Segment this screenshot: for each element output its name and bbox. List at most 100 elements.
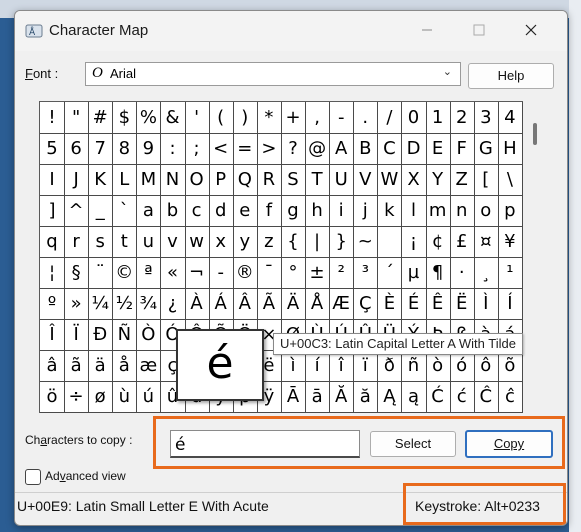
character-cell[interactable]: R bbox=[256, 164, 282, 196]
character-cell[interactable]: Ê bbox=[425, 288, 451, 320]
character-cell[interactable]: p bbox=[497, 195, 523, 227]
character-cell[interactable]: 5 bbox=[40, 133, 65, 165]
character-cell[interactable]: Z bbox=[449, 164, 475, 196]
character-cell[interactable]: 9 bbox=[136, 133, 162, 165]
character-cell[interactable]: ½ bbox=[112, 288, 138, 320]
character-cell[interactable]: D bbox=[401, 133, 427, 165]
character-cell[interactable]: 8 bbox=[112, 133, 138, 165]
character-cell[interactable]: t bbox=[112, 226, 138, 258]
character-cell[interactable]: Ð bbox=[88, 319, 114, 351]
character-cell[interactable]: ( bbox=[208, 102, 234, 134]
character-cell[interactable]: £ bbox=[449, 226, 475, 258]
character-cell[interactable]: j bbox=[353, 195, 379, 227]
character-cell[interactable]: Î bbox=[40, 319, 65, 351]
character-cell[interactable]: - bbox=[329, 102, 355, 134]
character-cell[interactable]: f bbox=[256, 195, 282, 227]
character-cell[interactable]: o bbox=[473, 195, 499, 227]
character-cell[interactable]: Ā bbox=[281, 381, 306, 413]
character-cell[interactable]: c bbox=[184, 195, 210, 227]
character-cell[interactable]: V bbox=[353, 164, 379, 196]
character-cell[interactable]: W bbox=[377, 164, 403, 196]
character-cell[interactable]: u bbox=[136, 226, 162, 258]
character-cell[interactable]: < bbox=[208, 133, 234, 165]
character-cell[interactable]: * bbox=[256, 102, 282, 134]
character-cell[interactable]: - bbox=[208, 257, 234, 289]
character-cell[interactable]: Ć bbox=[425, 381, 451, 413]
character-cell[interactable]: U bbox=[329, 164, 355, 196]
character-cell[interactable]: ; bbox=[184, 133, 210, 165]
character-cell[interactable]: ù bbox=[112, 381, 138, 413]
character-cell[interactable]: ® bbox=[232, 257, 258, 289]
character-cell[interactable]: , bbox=[305, 102, 331, 134]
character-cell[interactable]: 0 bbox=[401, 102, 427, 134]
character-cell[interactable]: [ bbox=[473, 164, 499, 196]
character-cell[interactable]: ú bbox=[136, 381, 162, 413]
character-cell[interactable]: & bbox=[160, 102, 186, 134]
character-cell[interactable]: # bbox=[88, 102, 114, 134]
character-cell[interactable]: L bbox=[112, 164, 138, 196]
character-cell[interactable]: = bbox=[232, 133, 258, 165]
character-cell[interactable]: ą bbox=[401, 381, 427, 413]
character-cell[interactable]: n bbox=[449, 195, 475, 227]
character-cell[interactable]: 1 bbox=[425, 102, 451, 134]
character-cell[interactable]: s bbox=[88, 226, 114, 258]
character-cell[interactable]: ¤ bbox=[473, 226, 499, 258]
character-cell[interactable]: ³ bbox=[353, 257, 379, 289]
character-cell[interactable]: % bbox=[136, 102, 162, 134]
character-cell[interactable]: / bbox=[377, 102, 403, 134]
character-cell[interactable]: ö bbox=[40, 381, 65, 413]
character-cell[interactable]: § bbox=[64, 257, 90, 289]
character-cell[interactable]: x bbox=[208, 226, 234, 258]
character-cell[interactable]: T bbox=[305, 164, 331, 196]
character-cell[interactable]: ª bbox=[136, 257, 162, 289]
character-cell[interactable]: S bbox=[281, 164, 306, 196]
character-cell[interactable]: i bbox=[329, 195, 355, 227]
character-cell[interactable]: ° bbox=[281, 257, 306, 289]
character-cell[interactable]: E bbox=[425, 133, 451, 165]
character-cell[interactable]: : bbox=[160, 133, 186, 165]
character-cell[interactable]: ± bbox=[305, 257, 331, 289]
character-cell[interactable]: ¹ bbox=[497, 257, 523, 289]
character-cell[interactable]: v bbox=[160, 226, 186, 258]
character-cell[interactable]: 4 bbox=[497, 102, 523, 134]
close-button[interactable] bbox=[513, 19, 549, 43]
character-cell[interactable]: l bbox=[401, 195, 427, 227]
character-cell[interactable]: ¶ bbox=[425, 257, 451, 289]
character-cell[interactable]: z bbox=[256, 226, 282, 258]
character-cell[interactable]: ĉ bbox=[497, 381, 523, 413]
character-cell[interactable]: â bbox=[40, 350, 65, 382]
character-cell[interactable]: X bbox=[401, 164, 427, 196]
character-cell[interactable]: N bbox=[160, 164, 186, 196]
character-cell[interactable]: É bbox=[401, 288, 427, 320]
character-cell[interactable]: Y bbox=[425, 164, 451, 196]
character-cell[interactable]: d bbox=[208, 195, 234, 227]
character-cell[interactable]: ! bbox=[40, 102, 65, 134]
character-cell[interactable]: ¢ bbox=[425, 226, 451, 258]
character-cell[interactable]: ā bbox=[305, 381, 331, 413]
character-cell[interactable]: ¥ bbox=[497, 226, 523, 258]
character-cell[interactable]: B bbox=[353, 133, 379, 165]
character-cell[interactable]: y bbox=[232, 226, 258, 258]
font-dropdown[interactable]: O Arial ⌄ bbox=[85, 62, 461, 86]
character-cell[interactable]: ~ bbox=[353, 226, 379, 258]
minimize-button[interactable] bbox=[409, 19, 445, 43]
character-cell[interactable]: 2 bbox=[449, 102, 475, 134]
character-cell[interactable]: ¸ bbox=[473, 257, 499, 289]
character-cell[interactable]: Í bbox=[497, 288, 523, 320]
character-cell[interactable]: " bbox=[64, 102, 90, 134]
character-cell[interactable]: Ą bbox=[377, 381, 403, 413]
character-cell[interactable]: @ bbox=[305, 133, 331, 165]
character-cell[interactable]: © bbox=[112, 257, 138, 289]
character-cell[interactable]: Ï bbox=[64, 319, 90, 351]
character-cell[interactable]: Q bbox=[232, 164, 258, 196]
character-cell[interactable]: H bbox=[497, 133, 523, 165]
character-cell[interactable]: È bbox=[377, 288, 403, 320]
character-cell[interactable]: ¼ bbox=[88, 288, 114, 320]
character-cell[interactable]: F bbox=[449, 133, 475, 165]
character-cell[interactable]: ) bbox=[232, 102, 258, 134]
copy-button[interactable]: Copy bbox=[465, 430, 553, 458]
character-cell[interactable]: > bbox=[256, 133, 282, 165]
character-cell[interactable]: q bbox=[40, 226, 65, 258]
character-cell[interactable]: ¡ bbox=[401, 226, 427, 258]
character-cell[interactable]: w bbox=[184, 226, 210, 258]
